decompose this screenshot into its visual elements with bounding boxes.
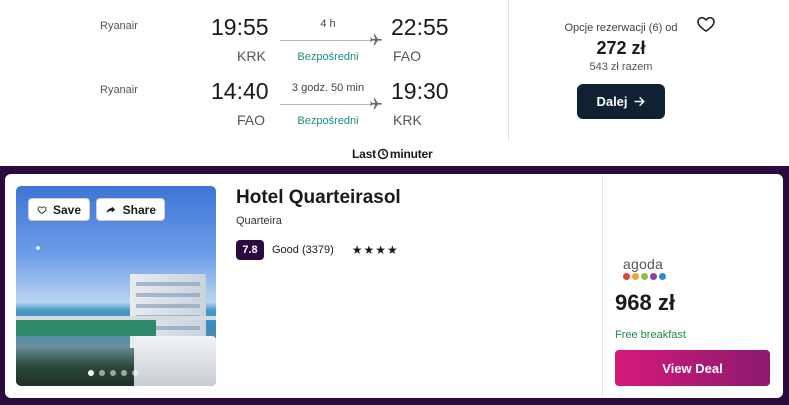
route-line [280,40,372,41]
departure-time: 19:55 [211,14,269,40]
carousel-dot[interactable] [132,370,138,376]
clock-icon [377,148,389,160]
carousel-dot[interactable] [121,370,127,376]
flight-result-card[interactable]: Ryanair 19:55 KRK 4 h Bezpośredni 22:55 … [0,0,789,141]
share-label: Share [122,202,156,217]
heart-outline-icon[interactable] [696,14,716,34]
view-deal-button[interactable]: View Deal [615,350,770,386]
photo-detail [36,246,40,250]
save-button[interactable]: Save [28,198,90,221]
save-label: Save [52,202,81,217]
arrival-airport: KRK [393,112,422,128]
hotel-city: Quarteira [236,215,282,227]
arrival-time: 19:30 [391,78,449,104]
arrival-time: 22:55 [391,14,449,40]
free-breakfast-label: Free breakfast [615,329,686,341]
price-summary: Opcje rezerwacji (6) od 272 zł 543 zł ra… [540,22,702,73]
arrival-airport: FAO [393,48,422,64]
photo-carousel-dots[interactable] [88,370,138,376]
share-arrow-icon [106,206,116,213]
share-button[interactable]: Share [96,198,165,221]
continue-button[interactable]: Dalej [577,84,665,119]
route-line [280,104,372,105]
flight-total-price: 543 zł razem [589,61,653,73]
carousel-dot[interactable] [99,370,105,376]
rating-row: 7.8 Good (3379) ★★★★ [236,240,399,260]
flight-price: 272 zł [596,38,646,58]
photo-chair [134,336,216,386]
photo-pool [16,320,156,336]
hotel-promo-banner: Save Share Hotel Quarteirasol Quarteira … [0,166,789,405]
booking-options-label: Opcje rezerwacji (6) od [564,22,678,34]
outbound-leg: Ryanair 19:55 KRK 4 h Bezpośredni 22:55 … [0,12,508,76]
departure-airport: KRK [237,48,266,64]
carousel-dot[interactable] [110,370,116,376]
flight-duration: 4 h [320,18,336,30]
hotel-price: 968 zł [615,290,675,315]
airplane-icon [370,34,382,46]
airline-name: Ryanair [100,20,138,32]
heart-outline-icon [37,205,47,214]
return-leg: Ryanair 14:40 FAO 3 godz. 50 min Bezpośr… [0,76,508,140]
arrow-right-icon [633,97,645,106]
stops-label: Bezpośredni [297,51,359,63]
agoda-dots-logo [623,273,683,280]
provider-name: agoda [623,256,663,272]
departure-time: 14:40 [211,78,269,104]
hotel-card[interactable]: Save Share Hotel Quarteirasol Quarteira … [5,174,783,398]
carousel-dot[interactable] [88,370,94,376]
card-divider [602,176,603,396]
departure-airport: FAO [237,112,266,128]
hotel-name[interactable]: Hotel Quarteirasol [236,187,401,209]
star-rating: ★★★★ [351,243,399,257]
card-divider [508,0,509,141]
continue-button-label: Dalej [596,94,628,109]
logo-text-right: minuter [389,147,433,161]
lastminuter-logo: Last minuter [352,147,433,161]
flight-duration: 3 godz. 50 min [291,82,365,94]
agoda-logo: agoda [623,256,683,280]
hotel-photo[interactable]: Save Share [16,186,216,386]
airplane-icon [370,98,382,110]
stops-label: Bezpośredni [297,115,359,127]
rating-badge: 7.8 [236,240,264,260]
airline-name: Ryanair [100,84,138,96]
logo-text-left: Last [352,147,376,161]
rating-text: Good (3379) [272,244,334,256]
